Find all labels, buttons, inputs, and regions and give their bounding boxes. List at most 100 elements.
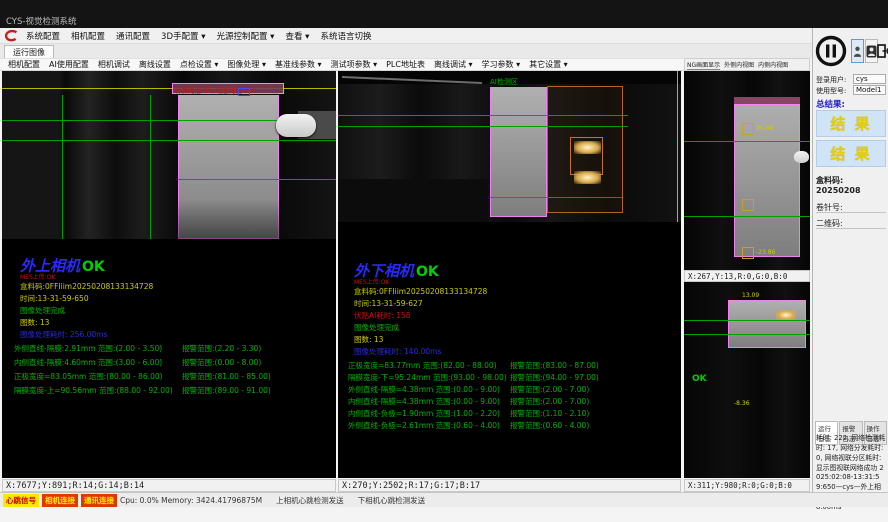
tab-ng-display[interactable]: NG画面显示 bbox=[687, 60, 720, 70]
measurement-value: 正极宽度=83.77mm 范围:(82.00 - 88.00) bbox=[348, 360, 510, 371]
overlay-green-line bbox=[338, 115, 628, 116]
tool-other-settings[interactable]: 其它设置 ▾ bbox=[529, 59, 568, 70]
coords-text: X:311;Y:980;R:0;G:0;B:0 bbox=[688, 481, 792, 490]
coords-readout-small1: X:267,Y:13,R:0,G:0,B:0 bbox=[684, 270, 810, 282]
gripper-head bbox=[276, 114, 316, 137]
camera-view-upper-outer[interactable]: 计算阈值:93, 动态阈值:100 外上相机OK MES上传:OK 盒料码:0F… bbox=[2, 71, 336, 478]
mes-status: MES上传:OK bbox=[20, 272, 55, 281]
camera-view-small-bottom[interactable]: 13.09 OK -8.36 bbox=[684, 282, 810, 478]
heartbeat-status-badge: 心跳信号 bbox=[3, 494, 39, 507]
overlay-green-line bbox=[684, 216, 810, 217]
login-user-value[interactable]: cys bbox=[853, 74, 886, 84]
menu-item-3d-config[interactable]: 3D手配置 ▾ bbox=[161, 30, 205, 42]
time-line: 时间:13-31-59-627 bbox=[354, 298, 423, 309]
product-roi-rect bbox=[728, 300, 806, 348]
product-roi-rect bbox=[734, 97, 800, 257]
alarm-range: 报警范围:(1.10 - 2.10) bbox=[510, 408, 589, 419]
threshold-label-band: 计算阈值:93, 动态阈值:100 bbox=[172, 83, 284, 94]
tab-run-image[interactable]: 运行图像 bbox=[4, 45, 54, 59]
app-logo-icon bbox=[4, 30, 18, 42]
alarm-range: 报警范围:(2.20 - 3.30) bbox=[182, 343, 261, 354]
measurement-row: 内侧直线-负极=1.90mm 范围:(1.00 - 2.20) 报警范围:(1.… bbox=[348, 408, 589, 419]
result-display-2: 结 果 bbox=[816, 140, 886, 167]
user-icon bbox=[853, 45, 862, 58]
menu-item-camera-config[interactable]: 相机配置 bbox=[71, 30, 105, 42]
menu-item-comm-config[interactable]: 通讯配置 bbox=[116, 30, 150, 42]
alarm-range: 报警范围:(0.60 - 4.00) bbox=[510, 420, 589, 431]
tool-camera-config[interactable]: 相机配置 bbox=[8, 59, 40, 70]
camera-view-small-top[interactable]: 35.48 -23.86 bbox=[684, 71, 810, 270]
overlay-yellow-line bbox=[2, 88, 336, 89]
measurement-value: 外侧直线-隔膜:2.91mm 范围:(2.00 - 3.50) bbox=[14, 343, 182, 354]
tool-baseline-params[interactable]: 基准线参数 ▾ bbox=[275, 59, 322, 70]
toolbar: 相机配置 AI使用配置 相机调试 离线设置 点检设置 ▾ 图像处理 ▾ 基准线参… bbox=[0, 58, 684, 71]
alarm-range: 报警范围:(2.00 - 7.00) bbox=[510, 396, 589, 407]
tool-test-params[interactable]: 测试项参数 ▾ bbox=[331, 59, 378, 70]
user-badge-icon bbox=[866, 45, 877, 58]
gripper-head bbox=[794, 151, 809, 163]
highlight-flare bbox=[574, 141, 601, 154]
overlay-yellow-line bbox=[677, 71, 678, 222]
lower-camera-heartbeat-msg: 下相机心跳检测发送 bbox=[358, 495, 426, 506]
mes-status: MES上传:OK bbox=[354, 277, 389, 286]
app-window: { "window": { "title": "CYS-视觉检测系统" }, "… bbox=[0, 0, 888, 522]
coords-text: X:267,Y:13,R:0,G:0,B:0 bbox=[688, 272, 787, 281]
measurement-value: 外侧直线-负极=2.61mm 范围:(0.60 - 4.00) bbox=[348, 420, 510, 431]
exit-door-icon bbox=[877, 44, 888, 58]
measurement-row: 外侧直线-负极=2.61mm 范围:(0.60 - 4.00) 报警范围:(0.… bbox=[348, 420, 589, 431]
menu-item-language-switch[interactable]: 系统语言切换 bbox=[320, 30, 371, 42]
process-done-line: 图像处理完成 bbox=[354, 322, 399, 333]
pause-icon bbox=[814, 34, 848, 68]
tab-outer-inner-view[interactable]: 外侧内视图 bbox=[724, 60, 754, 69]
tool-camera-debug[interactable]: 相机调试 bbox=[98, 59, 130, 70]
model-value[interactable]: Model1 bbox=[853, 85, 886, 95]
measurement-value: 隔膜宽度-上=90.56mm 范围:(88.00 - 92.00) bbox=[14, 385, 182, 396]
tool-offline-debug[interactable]: 离线调试 ▾ bbox=[434, 59, 473, 70]
exit-button[interactable] bbox=[877, 39, 888, 63]
login-user-label: 登录用户: bbox=[816, 75, 846, 85]
coords-text: X:270;Y:2502;R:17;G:17;B:17 bbox=[342, 481, 480, 491]
overlay-green-line bbox=[684, 334, 810, 335]
cpu-memory-readout: Cpu: 0.0% Memory: 3424.41796875M bbox=[120, 496, 262, 505]
tool-offline-settings[interactable]: 离线设置 bbox=[139, 59, 171, 70]
menu-item-system-config[interactable]: 系统配置 bbox=[26, 30, 60, 42]
ai-detect-box bbox=[742, 123, 754, 135]
menu-item-view[interactable]: 查看 ▾ bbox=[285, 30, 309, 42]
tab-inner-inner-view[interactable]: 内侧内视图 bbox=[758, 60, 788, 69]
coords-readout-left: X:7677;Y:891;R:14;G:14;B:14 bbox=[2, 479, 336, 492]
overlay-green-line bbox=[684, 320, 810, 321]
roi-annotation: -8.36 bbox=[734, 400, 750, 407]
camera-view-lower-outer[interactable]: AI检测区 外下相机OK MES上传:OK 盒料码:0FFIiim2025020… bbox=[338, 71, 681, 478]
menu-item-light-config[interactable]: 光源控制配置 ▾ bbox=[216, 30, 274, 42]
camera-image-left bbox=[2, 71, 336, 239]
alarm-range: 报警范围:(81.00 - 85.00) bbox=[182, 371, 271, 382]
measurement-value: 外侧直线-隔膜=4.38mm 范围:(0.00 - 9.00) bbox=[348, 384, 510, 395]
tool-plc-address-table[interactable]: PLC地址表 bbox=[386, 59, 425, 70]
tool-spot-check[interactable]: 点检设置 ▾ bbox=[180, 59, 219, 70]
tab-strip: 运行图像 bbox=[0, 44, 812, 58]
measurement-row: 内侧直线-隔膜:4.60mm 范围:(3.00 - 6.00) 报警范围:(0.… bbox=[14, 357, 261, 368]
overlay-blue-marker bbox=[238, 88, 250, 96]
result-display-1: 结 果 bbox=[816, 110, 886, 137]
tool-ai-usage-config[interactable]: AI使用配置 bbox=[49, 59, 89, 70]
frame-count-line: 图数: 13 bbox=[20, 317, 49, 328]
threshold-label-band bbox=[734, 97, 800, 105]
overlay-green-line bbox=[490, 197, 623, 198]
measurement-row: 正极宽度=83.77mm 范围:(82.00 - 88.00) 报警范围:(83… bbox=[348, 360, 599, 371]
measurement-value: 内侧直线-隔膜=4.38mm 范围:(0.00 - 9.00) bbox=[348, 396, 510, 407]
pause-button[interactable] bbox=[814, 34, 848, 68]
measurement-value: 隔膜宽度-下=95.24mm 范围:(93.00 - 98.00) bbox=[348, 372, 510, 383]
tool-image-processing[interactable]: 图像处理 ▾ bbox=[227, 59, 266, 70]
product-shadow bbox=[178, 199, 279, 239]
measurement-row: 隔膜宽度-下=95.24mm 范围:(93.00 - 98.00) 报警范围:(… bbox=[348, 372, 599, 383]
overlay-green-line bbox=[338, 126, 628, 127]
alarm-range: 报警范围:(0.00 - 8.00) bbox=[182, 357, 261, 368]
alarm-range: 报警范围:(83.00 - 87.00) bbox=[510, 360, 599, 371]
user-login-button[interactable] bbox=[851, 39, 864, 63]
tool-learning-params[interactable]: 学习参数 ▾ bbox=[482, 59, 521, 70]
measurement-value: 内侧直线-隔膜:4.60mm 范围:(3.00 - 6.00) bbox=[14, 357, 182, 368]
menu-bar: 系统配置 相机配置 通讯配置 3D手配置 ▾ 光源控制配置 ▾ 查看 ▾ 系统语… bbox=[0, 28, 888, 44]
barcode-line: 盒料码:0FFIiim20250208133134728 bbox=[20, 281, 153, 292]
control-panel: 登录用户: cys 使用型号: Model1 总结果: 结 果 结 果 盒料码:… bbox=[812, 28, 888, 497]
barcode-label: 盒料码: bbox=[816, 175, 843, 186]
